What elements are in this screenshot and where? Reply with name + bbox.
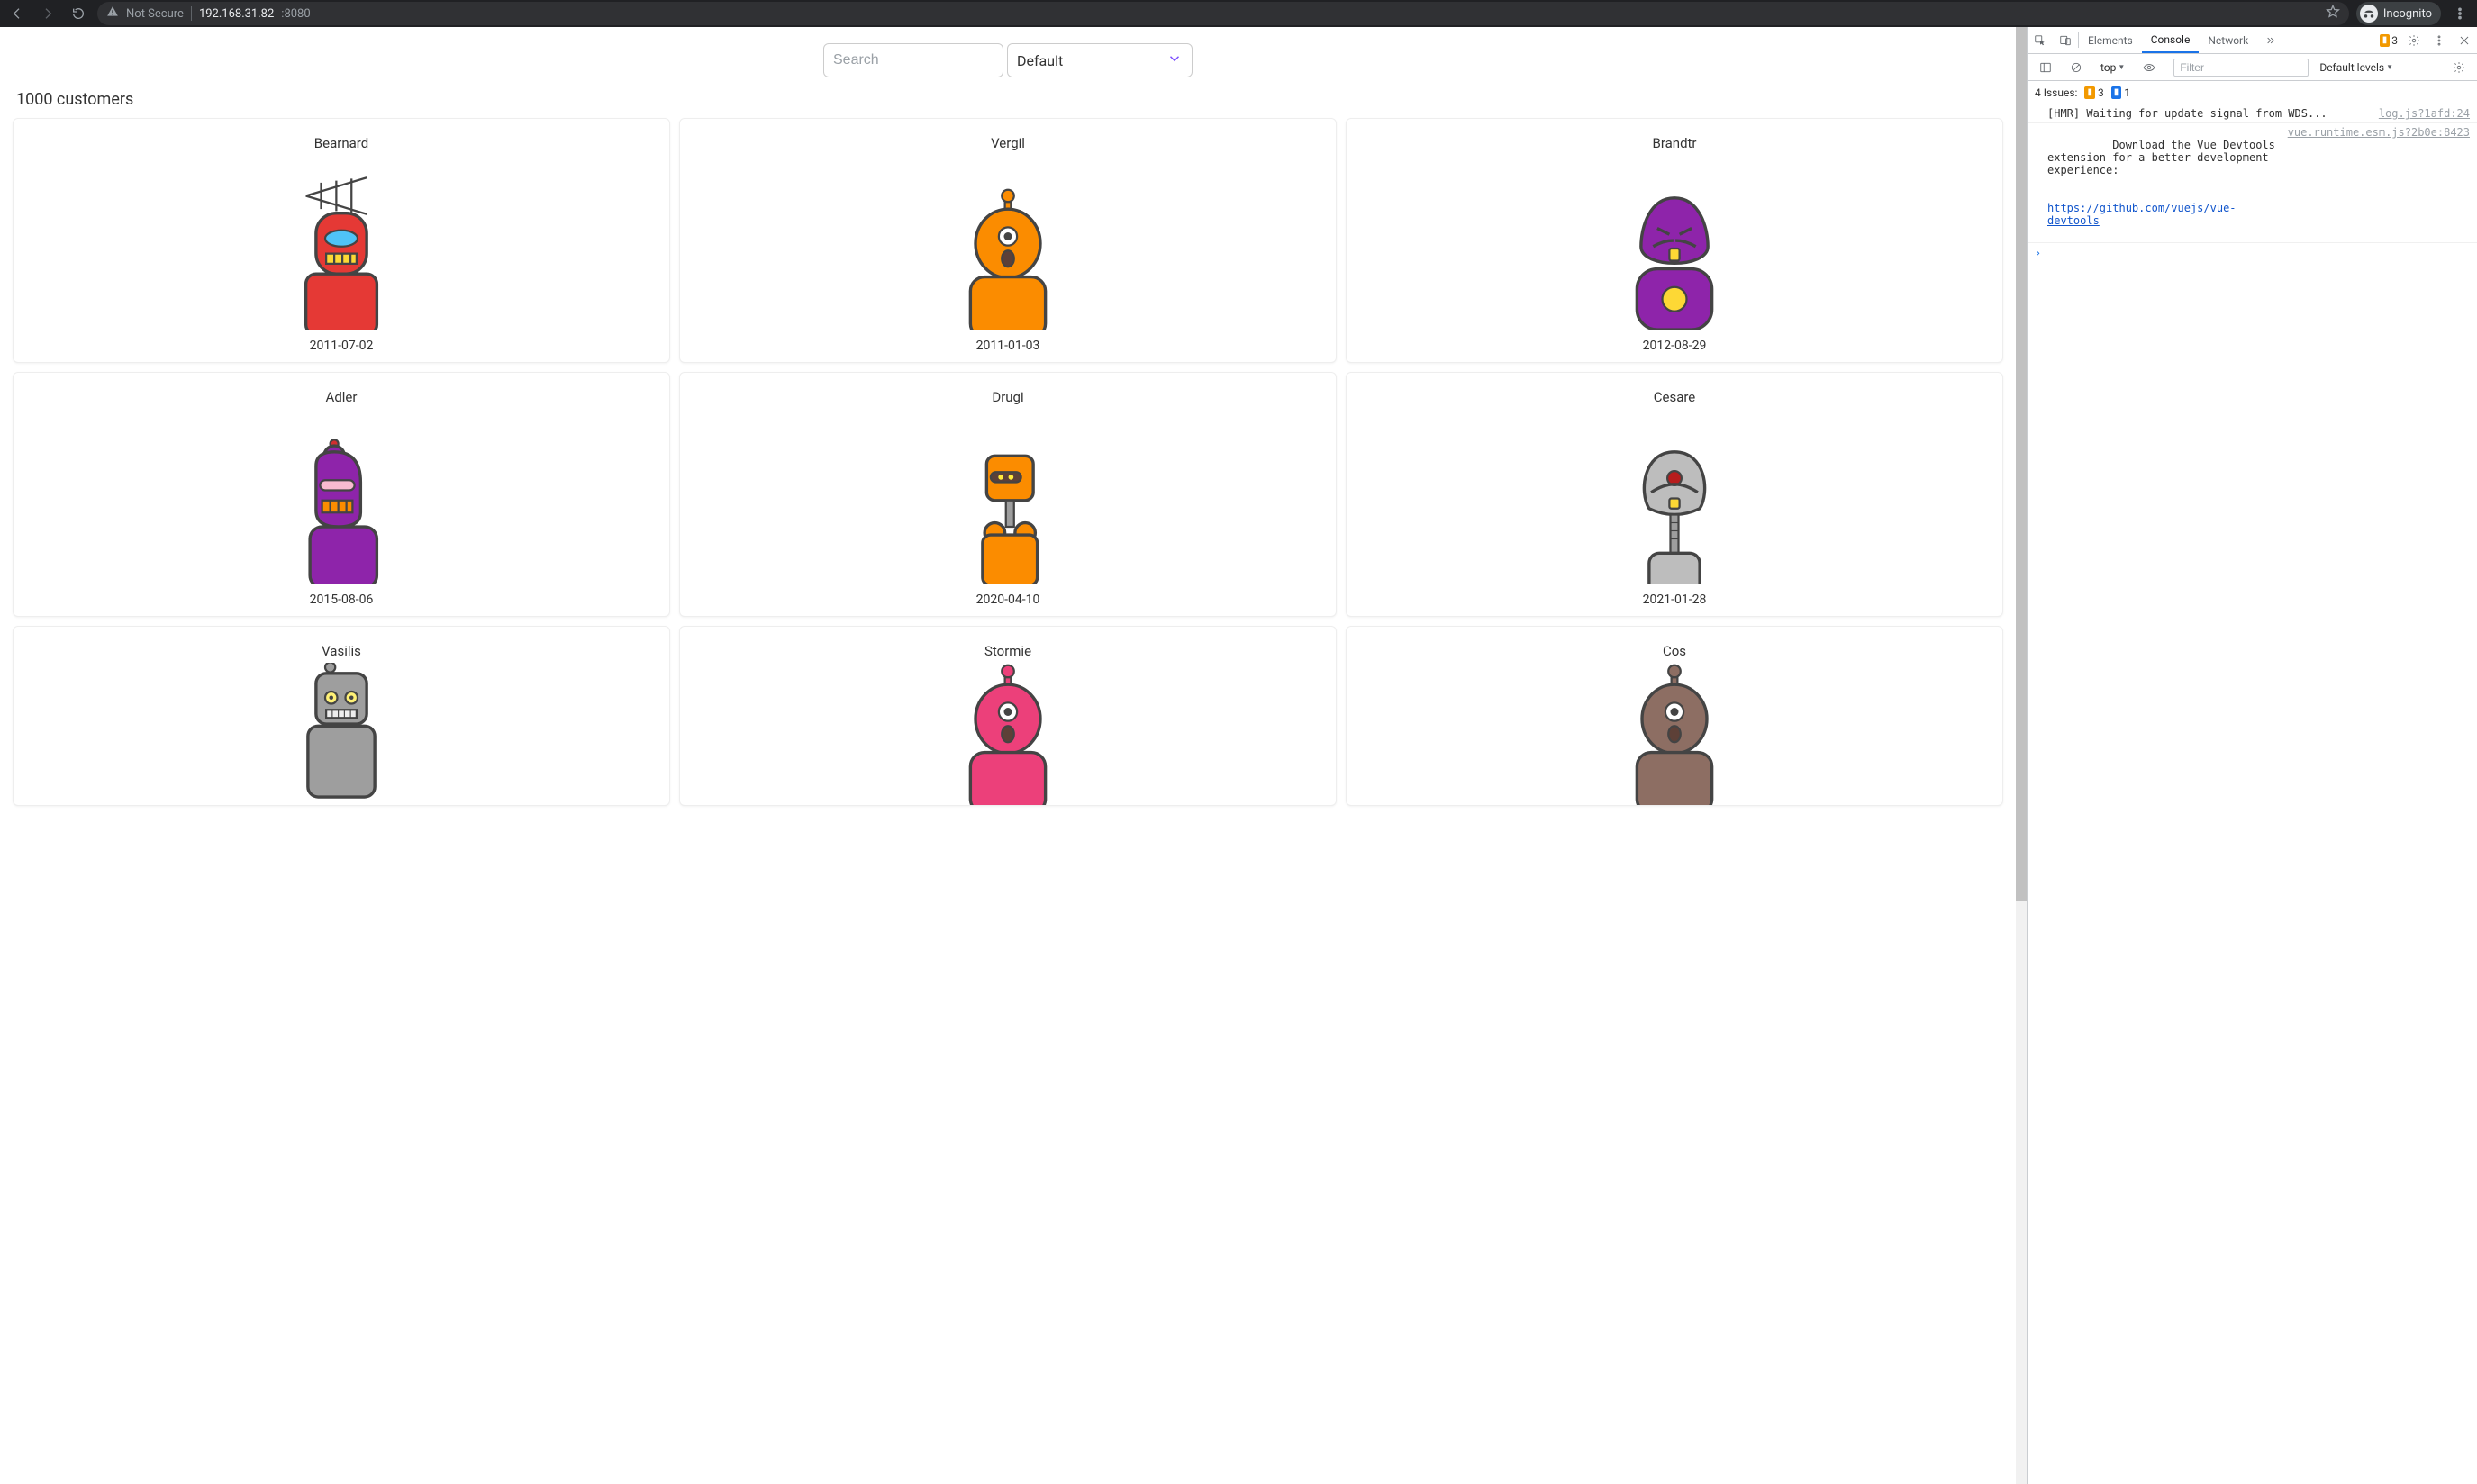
issues-label: 4 Issues: (2035, 86, 2077, 99)
customer-date: 2011-01-03 (976, 339, 1040, 353)
tab-network[interactable]: Network (2199, 27, 2257, 53)
context-value: top (2100, 61, 2116, 74)
not-secure-icon (106, 5, 119, 22)
customer-card[interactable]: Vergil 2011-01-03 (679, 118, 1337, 363)
warnings-count: 3 (2391, 34, 2398, 47)
console-filter-input[interactable] (2173, 59, 2309, 77)
incognito-badge[interactable]: Incognito (2356, 2, 2441, 25)
customer-name: Vergil (991, 135, 1025, 151)
customer-date: 2015-08-06 (310, 593, 374, 607)
console-log: [HMR] Waiting for update signal from WDS… (2028, 104, 2477, 1484)
addr-separator (191, 6, 192, 21)
chrome-menu-button[interactable] (2448, 2, 2472, 25)
robot-avatar (265, 421, 418, 584)
robot-avatar (931, 167, 1084, 330)
log-message: Download the Vue Devtools extension for … (2047, 126, 2281, 240)
url-port: :8080 (281, 7, 310, 21)
url-host: 192.168.31.82 (199, 7, 274, 21)
live-expression-icon[interactable] (2137, 61, 2162, 74)
sort-select[interactable]: Default (1007, 43, 1193, 77)
customer-card[interactable]: Brandtr 2012-08-29 (1346, 118, 2003, 363)
robot-avatar (931, 663, 1084, 805)
customer-name: Vasilis (322, 643, 361, 659)
customer-date: 2011-07-02 (310, 339, 374, 353)
inspect-element-icon[interactable] (2028, 27, 2053, 53)
customer-card[interactable]: Cos (1346, 626, 2003, 806)
log-entry: Download the Vue Devtools extension for … (2028, 123, 2477, 243)
page-scrollbar[interactable] (2016, 27, 2027, 1484)
reload-button[interactable] (67, 2, 90, 25)
console-sidebar-toggle-icon[interactable] (2033, 61, 2058, 74)
device-toolbar-icon[interactable] (2053, 27, 2078, 53)
issues-bar[interactable]: 4 Issues: ▮ 3 ▮ 1 (2028, 81, 2477, 104)
warning-flag-icon: ▮ (2380, 34, 2391, 47)
clear-console-icon[interactable] (2064, 61, 2089, 74)
customer-grid: Bearnard 2011-07-02 Vergil (13, 118, 2003, 806)
customer-name: Brandtr (1652, 135, 1696, 151)
customer-name: Bearnard (314, 135, 368, 151)
bookmark-star-icon[interactable] (2326, 5, 2340, 23)
customer-card[interactable]: Bearnard 2011-07-02 (13, 118, 670, 363)
devtools-panel: Elements Console Network ▮ 3 (2027, 27, 2477, 1484)
customer-name: Adler (326, 389, 358, 405)
log-levels-value: Default levels (2319, 61, 2384, 74)
dropdown-triangle-icon: ▼ (2386, 63, 2393, 71)
customer-card[interactable]: Vasilis (13, 626, 670, 806)
log-source-link[interactable]: vue.runtime.esm.js?2b0e:8423 (2288, 126, 2470, 139)
more-tabs-icon[interactable] (2257, 27, 2282, 53)
vue-devtools-link[interactable]: https://github.com/vuejs/vue-devtools (2047, 202, 2237, 227)
chevron-down-icon (1166, 50, 1183, 70)
browser-chrome-bar: Not Secure 192.168.31.82 :8080 Incognito (0, 0, 2477, 27)
not-secure-label: Not Secure (126, 7, 184, 21)
console-prompt[interactable]: › (2028, 243, 2477, 263)
console-toolbar: top ▼ Default levels ▼ (2028, 54, 2477, 81)
devtools-settings-icon[interactable] (2401, 27, 2427, 53)
customer-name: Cesare (1654, 389, 1696, 405)
issues-warn-count: 3 (2098, 86, 2104, 99)
robot-avatar (1598, 167, 1751, 330)
incognito-label: Incognito (2383, 7, 2432, 21)
tab-console[interactable]: Console (2142, 27, 2200, 53)
log-levels-selector[interactable]: Default levels ▼ (2319, 61, 2393, 74)
devtools-close-icon[interactable] (2452, 27, 2477, 53)
customer-card[interactable]: Adler 2015-08-06 (13, 372, 670, 617)
devtools-tabbar: Elements Console Network ▮ 3 (2028, 27, 2477, 54)
robot-avatar (265, 663, 418, 805)
customer-name: Drugi (992, 389, 1023, 405)
scrollbar-thumb[interactable] (2016, 27, 2027, 901)
customer-count: 1000 customers (16, 90, 2003, 109)
robot-avatar (1598, 663, 1751, 805)
customer-date: 2021-01-28 (1643, 593, 1707, 607)
incognito-icon (2360, 5, 2378, 23)
page-content: Default 1000 customers Bearnard (0, 27, 2016, 1484)
dropdown-triangle-icon: ▼ (2118, 63, 2125, 71)
log-source-link[interactable]: log.js?1afd:24 (2379, 107, 2470, 120)
customer-name: Stormie (984, 643, 1031, 659)
warnings-badge[interactable]: ▮ 3 (2376, 27, 2401, 53)
address-bar[interactable]: Not Secure 192.168.31.82 :8080 (97, 2, 2349, 25)
log-entry: [HMR] Waiting for update signal from WDS… (2028, 104, 2477, 123)
customer-date: 2012-08-29 (1643, 339, 1707, 353)
tab-elements[interactable]: Elements (2079, 27, 2142, 53)
warning-flag-icon: ▮ (2084, 86, 2095, 99)
customer-card[interactable]: Cesare 2021-01-28 (1346, 372, 2003, 617)
info-flag-icon: ▮ (2111, 86, 2122, 99)
devtools-menu-icon[interactable] (2427, 27, 2452, 53)
customer-name: Cos (1663, 643, 1686, 659)
robot-avatar (931, 421, 1084, 584)
robot-avatar (265, 167, 418, 330)
search-input[interactable] (823, 43, 1003, 77)
back-button[interactable] (5, 2, 29, 25)
customer-date: 2020-04-10 (976, 593, 1040, 607)
log-message: [HMR] Waiting for update signal from WDS… (2047, 107, 2372, 120)
context-selector[interactable]: top ▼ (2100, 61, 2125, 74)
issues-info-count: 1 (2124, 86, 2130, 99)
customer-card[interactable]: Stormie (679, 626, 1337, 806)
forward-button[interactable] (36, 2, 59, 25)
sort-select-value: Default (1017, 52, 1063, 69)
customer-card[interactable]: Drugi 2020-04-10 (679, 372, 1337, 617)
robot-avatar (1598, 421, 1751, 584)
console-settings-icon[interactable] (2446, 61, 2472, 74)
